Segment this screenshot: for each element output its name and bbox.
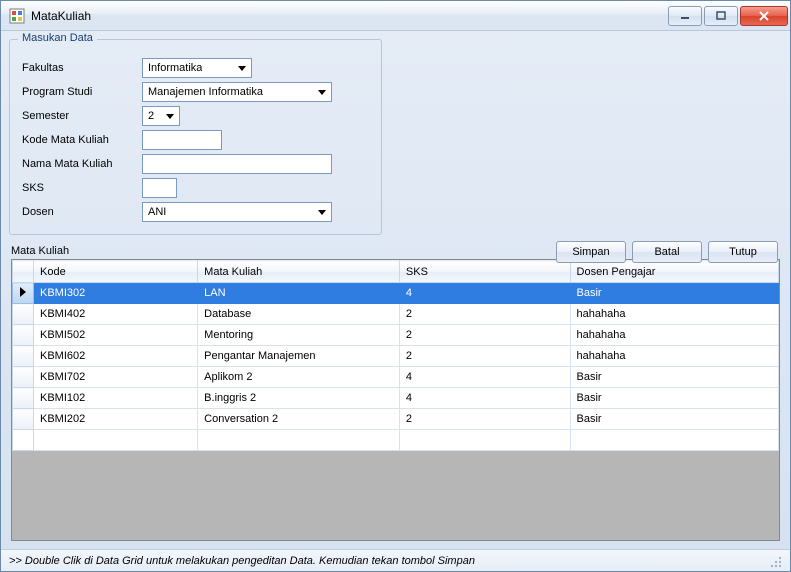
- prodi-label: Program Studi: [22, 86, 142, 98]
- input-groupbox: Masukan Data Fakultas Informatika Progra…: [9, 39, 382, 235]
- close-button[interactable]: [740, 6, 788, 26]
- row-header[interactable]: [13, 283, 34, 304]
- table-row[interactable]: KBMI502Mentoring2hahahaha: [13, 325, 779, 346]
- window-title: MataKuliah: [31, 9, 668, 23]
- table-row[interactable]: KBMI602Pengantar Manajemen2hahahaha: [13, 346, 779, 367]
- cell-kode[interactable]: KBMI702: [34, 367, 198, 388]
- table-row[interactable]: KBMI302LAN4Basir: [13, 283, 779, 304]
- cell-dosen[interactable]: hahahaha: [570, 304, 778, 325]
- data-grid[interactable]: Kode Mata Kuliah SKS Dosen Pengajar KBMI…: [11, 259, 780, 541]
- cell-mk[interactable]: Aplikom 2: [198, 367, 400, 388]
- cell-mk[interactable]: LAN: [198, 283, 400, 304]
- cell-dosen[interactable]: hahahaha: [570, 346, 778, 367]
- cell-dosen[interactable]: Basir: [570, 409, 778, 430]
- grid-corner: [13, 261, 34, 283]
- grid-header-row: Kode Mata Kuliah SKS Dosen Pengajar: [13, 261, 779, 283]
- title-bar[interactable]: MataKuliah: [1, 1, 790, 31]
- status-text: >> Double Clik di Data Grid untuk melaku…: [9, 555, 475, 567]
- cell-kode[interactable]: KBMI602: [34, 346, 198, 367]
- cell-mk[interactable]: Mentoring: [198, 325, 400, 346]
- prodi-value: Manajemen Informatika: [146, 86, 263, 98]
- row-header[interactable]: [13, 346, 34, 367]
- cell-kode[interactable]: KBMI502: [34, 325, 198, 346]
- groupbox-legend: Masukan Data: [18, 32, 97, 44]
- row-header[interactable]: [13, 430, 34, 451]
- cell-sks[interactable]: 4: [399, 388, 570, 409]
- semester-value: 2: [146, 110, 154, 122]
- row-header[interactable]: [13, 367, 34, 388]
- cell-dosen[interactable]: [570, 430, 778, 451]
- cell-sks[interactable]: 2: [399, 346, 570, 367]
- dosen-label: Dosen: [22, 206, 142, 218]
- cell-sks[interactable]: 2: [399, 304, 570, 325]
- cell-mk[interactable]: [198, 430, 400, 451]
- cell-sks[interactable]: [399, 430, 570, 451]
- col-header-mk[interactable]: Mata Kuliah: [198, 261, 400, 283]
- minimize-button[interactable]: [668, 6, 702, 26]
- cell-kode[interactable]: [34, 430, 198, 451]
- cell-mk[interactable]: Database: [198, 304, 400, 325]
- row-header[interactable]: [13, 409, 34, 430]
- table-row-new[interactable]: [13, 430, 779, 451]
- col-header-dosen[interactable]: Dosen Pengajar: [570, 261, 778, 283]
- cell-dosen[interactable]: Basir: [570, 283, 778, 304]
- table-row[interactable]: KBMI202Conversation 22Basir: [13, 409, 779, 430]
- nama-label: Nama Mata Kuliah: [22, 158, 142, 170]
- resize-grip-icon[interactable]: [768, 554, 782, 568]
- cell-kode[interactable]: KBMI402: [34, 304, 198, 325]
- maximize-button[interactable]: [704, 6, 738, 26]
- fakultas-label: Fakultas: [22, 62, 142, 74]
- cell-kode[interactable]: KBMI102: [34, 388, 198, 409]
- kode-label: Kode Mata Kuliah: [22, 134, 142, 146]
- col-header-kode[interactable]: Kode: [34, 261, 198, 283]
- nama-input[interactable]: [142, 154, 332, 174]
- cell-dosen[interactable]: Basir: [570, 367, 778, 388]
- chevron-down-icon: [314, 204, 329, 220]
- window-controls: [668, 6, 788, 26]
- dosen-value: ANI: [146, 206, 166, 218]
- table-row[interactable]: KBMI102B.inggris 24Basir: [13, 388, 779, 409]
- cell-mk[interactable]: Pengantar Manajemen: [198, 346, 400, 367]
- sks-label: SKS: [22, 182, 142, 194]
- cell-sks[interactable]: 2: [399, 409, 570, 430]
- dosen-select[interactable]: ANI: [142, 202, 332, 222]
- sks-input[interactable]: [142, 178, 177, 198]
- cell-kode[interactable]: KBMI302: [34, 283, 198, 304]
- cell-kode[interactable]: KBMI202: [34, 409, 198, 430]
- cell-dosen[interactable]: hahahaha: [570, 325, 778, 346]
- client-area: Masukan Data Fakultas Informatika Progra…: [1, 31, 790, 549]
- prodi-select[interactable]: Manajemen Informatika: [142, 82, 332, 102]
- simpan-button[interactable]: Simpan: [556, 241, 626, 263]
- cell-sks[interactable]: 4: [399, 367, 570, 388]
- app-icon: [9, 8, 25, 24]
- action-buttons: Simpan Batal Tutup: [556, 241, 778, 263]
- semester-select[interactable]: 2: [142, 106, 180, 126]
- row-header[interactable]: [13, 388, 34, 409]
- semester-label: Semester: [22, 110, 142, 122]
- row-header[interactable]: [13, 325, 34, 346]
- chevron-down-icon: [314, 84, 329, 100]
- cell-sks[interactable]: 4: [399, 283, 570, 304]
- tutup-button[interactable]: Tutup: [708, 241, 778, 263]
- table-row[interactable]: KBMI702Aplikom 24Basir: [13, 367, 779, 388]
- fakultas-value: Informatika: [146, 62, 202, 74]
- col-header-sks[interactable]: SKS: [399, 261, 570, 283]
- fakultas-select[interactable]: Informatika: [142, 58, 252, 78]
- status-bar: >> Double Clik di Data Grid untuk melaku…: [1, 549, 790, 571]
- cell-sks[interactable]: 2: [399, 325, 570, 346]
- chevron-down-icon: [234, 60, 249, 76]
- kode-input[interactable]: [142, 130, 222, 150]
- chevron-down-icon: [162, 108, 177, 124]
- cell-mk[interactable]: Conversation 2: [198, 409, 400, 430]
- table-row[interactable]: KBMI402Database2hahahaha: [13, 304, 779, 325]
- cell-dosen[interactable]: Basir: [570, 388, 778, 409]
- row-header[interactable]: [13, 304, 34, 325]
- app-window: MataKuliah Masukan Data Fakultas Informa…: [0, 0, 791, 572]
- cell-mk[interactable]: B.inggris 2: [198, 388, 400, 409]
- batal-button[interactable]: Batal: [632, 241, 702, 263]
- grid-empty-area: [12, 451, 779, 540]
